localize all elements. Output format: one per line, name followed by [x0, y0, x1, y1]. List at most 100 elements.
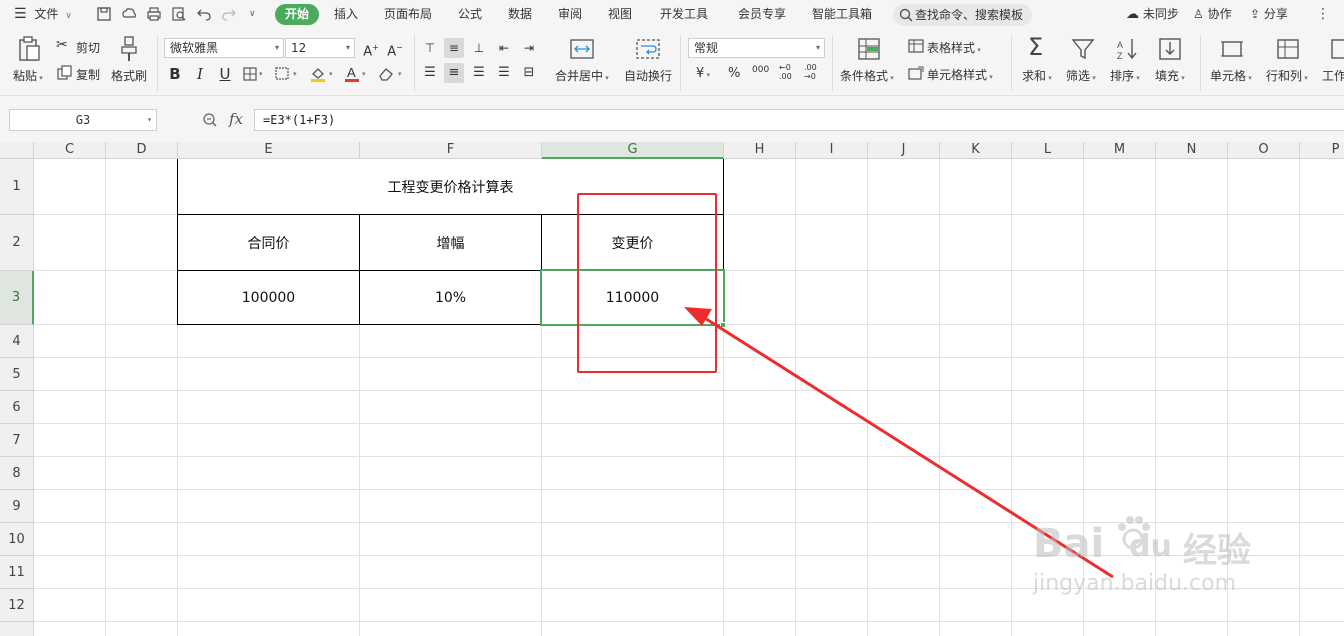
font-size-select[interactable]: 12 ▾ — [285, 38, 355, 58]
watermark-brand: Bai — [1033, 521, 1105, 567]
thousands-separator-button[interactable]: 000 — [752, 65, 769, 75]
decrease-decimal-icon[interactable]: .00 →0 — [804, 63, 817, 81]
fill-pattern-icon[interactable] — [275, 67, 291, 81]
format-painter-button[interactable]: 格式刷 — [111, 67, 147, 84]
align-top-icon[interactable]: ⊤ — [420, 38, 440, 58]
sort-icon[interactable]: AZ — [1115, 37, 1139, 61]
wrap-text-button[interactable]: 自动换行 — [624, 67, 672, 84]
rows-columns-icon[interactable] — [1276, 38, 1300, 60]
borders-icon[interactable] — [243, 67, 257, 81]
tab-home[interactable]: 开始 — [275, 4, 320, 25]
align-middle-icon[interactable]: ≡ — [444, 38, 464, 58]
bold-button[interactable]: B — [165, 64, 185, 84]
fill-color-icon[interactable] — [309, 65, 327, 83]
sum-button[interactable]: 求和 ▾ — [1022, 67, 1052, 84]
number-format-select[interactable]: 常规 ▾ — [688, 38, 825, 58]
tab-view[interactable]: 视图 — [608, 4, 632, 25]
paste-icon[interactable] — [17, 36, 41, 62]
fill-button[interactable]: 填充 ▾ — [1155, 67, 1185, 84]
table-style-icon[interactable] — [908, 39, 924, 53]
tab-data[interactable]: 数据 — [508, 4, 532, 25]
chevron-down-icon[interactable]: ▾ — [259, 70, 263, 78]
ribbon-separator — [1200, 35, 1201, 91]
justify-icon[interactable]: ☰ — [494, 63, 514, 83]
chevron-down-icon[interactable]: ▾ — [293, 70, 297, 78]
sum-icon[interactable]: Σ — [1028, 33, 1043, 61]
cut-button[interactable]: 剪切 — [76, 39, 100, 56]
collab-button[interactable]: ♙ 协作 — [1193, 0, 1232, 29]
increase-decimal-icon[interactable]: ←0.00 — [779, 63, 792, 81]
merge-center-button[interactable]: 合并居中 ▾ — [555, 67, 609, 84]
percent-button[interactable]: % — [728, 66, 740, 81]
align-center-icon[interactable]: ≡ — [444, 63, 464, 83]
tab-member[interactable]: 会员专享 — [738, 4, 786, 25]
tab-developer[interactable]: 开发工具 — [660, 4, 708, 25]
decrease-font-icon[interactable]: A− — [385, 38, 405, 59]
formula-input[interactable]: =E3*(1+F3) — [254, 109, 1344, 131]
cell-style-button[interactable]: 单元格样式 ▾ — [927, 66, 993, 83]
copy-icon[interactable] — [57, 65, 72, 80]
fx-icon[interactable]: fx — [229, 110, 243, 128]
conditional-format-icon[interactable] — [858, 38, 880, 60]
ribbon-separator — [832, 35, 833, 91]
tab-insert[interactable]: 插入 — [334, 4, 358, 25]
watermark-cn-label: 经验 — [1183, 531, 1251, 571]
font-color-icon[interactable]: A — [344, 64, 360, 83]
share-button[interactable]: ⇪ 分享 — [1250, 0, 1288, 29]
fill-down-icon[interactable] — [1158, 37, 1182, 61]
align-bottom-icon[interactable]: ⊥ — [469, 38, 489, 58]
redo-icon[interactable] — [221, 6, 237, 22]
file-menu[interactable]: ☰ 文件 ∨ — [14, 0, 72, 29]
filter-button[interactable]: 筛选 ▾ — [1066, 67, 1096, 84]
cell-style-icon[interactable] — [908, 66, 924, 80]
cloud-save-icon[interactable] — [121, 6, 137, 22]
table-style-button[interactable]: 表格样式 ▾ — [927, 39, 981, 56]
chevron-down-icon[interactable]: ▾ — [398, 70, 402, 78]
tab-smart-toolbox[interactable]: 智能工具箱 — [812, 4, 872, 25]
print-icon[interactable] — [146, 6, 162, 22]
tab-review[interactable]: 审阅 — [558, 4, 582, 25]
cell-icon[interactable] — [1220, 38, 1244, 60]
cell-button[interactable]: 单元格 ▾ — [1210, 67, 1252, 84]
chevron-down-icon[interactable]: ▾ — [362, 70, 366, 78]
svg-text:A: A — [347, 65, 356, 80]
align-left-icon[interactable]: ☰ — [420, 63, 440, 83]
worksheet-icon[interactable] — [1330, 38, 1344, 60]
tab-page-layout[interactable]: 页面布局 — [384, 4, 432, 25]
filter-icon[interactable] — [1071, 37, 1095, 61]
scissors-icon[interactable]: ✂ — [56, 37, 68, 53]
name-box[interactable]: G3 ▾ — [9, 109, 157, 131]
undo-icon[interactable] — [196, 6, 212, 22]
italic-button[interactable]: I — [190, 64, 210, 84]
align-right-icon[interactable]: ☰ — [469, 63, 489, 83]
paste-button[interactable]: 粘贴 ▾ — [13, 67, 43, 84]
copy-button[interactable]: 复制 — [76, 66, 100, 83]
command-search-box[interactable]: 查找命令、搜索模板 — [893, 4, 1032, 26]
underline-button[interactable]: U — [215, 64, 235, 84]
font-name-select[interactable]: 微软雅黑 ▾ — [164, 38, 284, 58]
currency-button[interactable]: ¥ ▾ — [696, 66, 710, 81]
more-icon[interactable]: ⋮ — [1316, 0, 1330, 29]
format-painter-icon[interactable] — [119, 35, 139, 63]
spreadsheet-grid[interactable]: C D E F G H I J K L M N O P 1 2 3 4 5 6 … — [0, 142, 1344, 636]
conditional-format-button[interactable]: 条件格式 ▾ — [840, 67, 894, 84]
rows-columns-button[interactable]: 行和列 ▾ — [1266, 67, 1308, 84]
decrease-indent-icon[interactable]: ⇤ — [494, 38, 514, 58]
menu-bar: ☰ 文件 ∨ ∨ 开始 插入 页面布局 公式 数据 审阅 视图 开发工具 会员专… — [0, 0, 1344, 29]
sync-status[interactable]: ☁ 未同步 — [1126, 0, 1179, 29]
zoom-search-icon[interactable] — [202, 112, 218, 128]
tab-formulas[interactable]: 公式 — [458, 4, 482, 25]
eraser-icon[interactable] — [377, 66, 395, 82]
distributed-align-icon[interactable]: ⊟ — [519, 63, 539, 83]
increase-indent-icon[interactable]: ⇥ — [519, 38, 539, 58]
chevron-down-icon[interactable]: ▾ — [329, 70, 333, 78]
sort-button[interactable]: 排序 ▾ — [1110, 67, 1140, 84]
worksheet-button[interactable]: 工作 — [1322, 67, 1344, 84]
ribbon-separator — [1011, 35, 1012, 91]
wrap-text-icon[interactable] — [636, 38, 660, 60]
quick-access-dropdown-icon[interactable]: ∨ — [249, 0, 256, 29]
print-preview-icon[interactable] — [171, 6, 187, 22]
save-icon[interactable] — [96, 6, 112, 22]
merge-center-icon[interactable] — [570, 38, 594, 60]
increase-font-icon[interactable]: A+ — [361, 38, 381, 59]
